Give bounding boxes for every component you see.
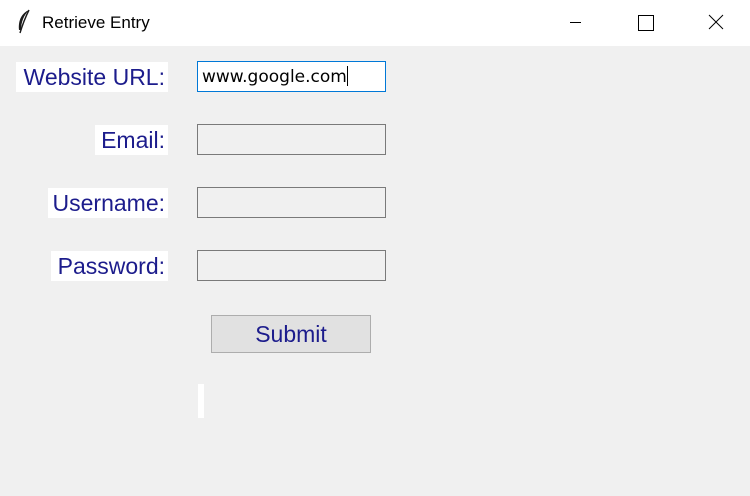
result-label (198, 384, 204, 418)
window-title: Retrieve Entry (42, 13, 150, 32)
username-label: Username: (48, 188, 168, 218)
website-url-input[interactable]: www.google.com (197, 61, 386, 92)
text-caret (346, 66, 348, 86)
maximize-button[interactable] (610, 0, 680, 46)
maximize-icon (638, 15, 654, 31)
title-bar[interactable]: Retrieve Entry (0, 0, 750, 46)
submit-button[interactable]: Submit (211, 315, 371, 353)
email-input[interactable] (197, 124, 386, 155)
website-url-text: www.google.com (202, 67, 347, 87)
website-url-label: Website URL: (16, 62, 168, 92)
email-label: Email: (95, 125, 168, 155)
password-label: Password: (51, 251, 168, 281)
website-url-input-value: www.google.com (202, 66, 348, 87)
feather-icon (14, 9, 34, 35)
minimize-icon (570, 22, 581, 23)
retrieve-entry-window: Retrieve Entry Website URL: Email: Usern… (0, 0, 750, 496)
password-input[interactable] (197, 250, 386, 281)
minimize-button[interactable] (541, 0, 611, 46)
close-icon (708, 14, 724, 30)
username-input[interactable] (197, 187, 386, 218)
close-button[interactable] (680, 0, 750, 46)
